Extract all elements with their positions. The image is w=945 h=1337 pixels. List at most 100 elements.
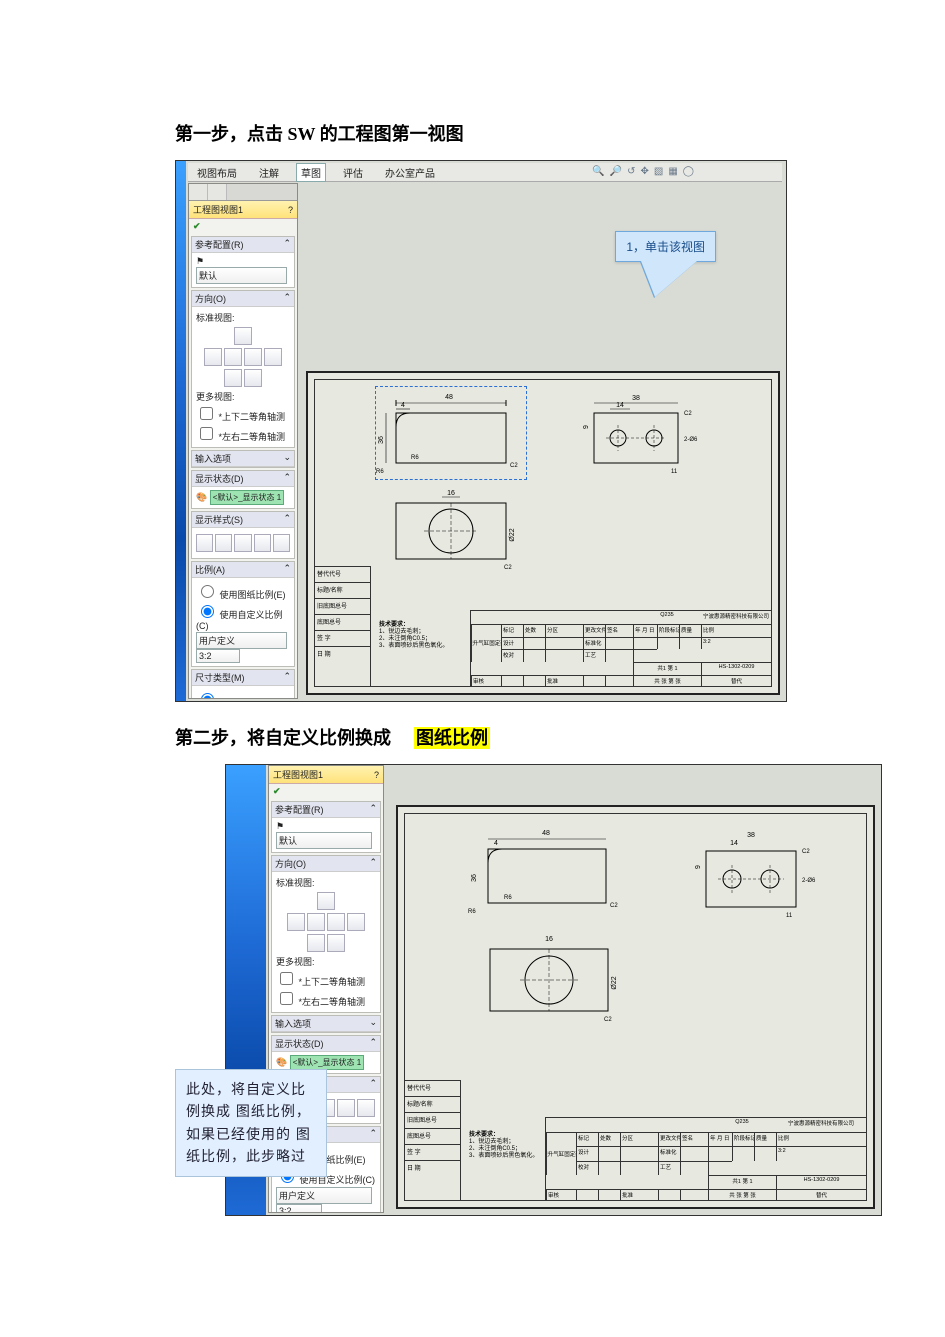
dispstyle-icon[interactable]	[357, 1099, 375, 1117]
display-state-value[interactable]: <默认>_显示状态 1	[210, 490, 284, 505]
pm-section-orientation: 方向(O)⌃ 标准视图: 更多视图: *上下二等角轴测	[191, 290, 295, 448]
tb-review: 审核	[546, 1189, 576, 1200]
pm-tab-icon[interactable]	[208, 184, 227, 200]
pm-title-bar: 工程图视图1 ?	[269, 766, 383, 784]
pm-sect-disp-label: 显示状态(D)	[275, 1037, 324, 1050]
collapse-icon[interactable]: ⌃	[283, 671, 291, 684]
ref-config-dropdown[interactable]: 默认	[276, 832, 372, 849]
expand-icon[interactable]: ⌄	[369, 1017, 377, 1030]
std-view-icon[interactable]	[204, 348, 222, 366]
more-views-label: 更多视图:	[276, 955, 376, 968]
pm-tabstrip[interactable]	[189, 184, 297, 201]
pm-title: 工程图视图1	[193, 203, 243, 216]
dispstyle-icon[interactable]	[337, 1099, 355, 1117]
tb-zone: 分区	[620, 1132, 658, 1146]
display-icon[interactable]: ▦	[668, 166, 679, 177]
pm-tab-icon[interactable]	[189, 184, 208, 200]
tb-scaleval: 3:2	[776, 1146, 866, 1160]
tb-proof: 校对	[501, 649, 523, 662]
scale-custom-dropdown[interactable]: 用户定义	[276, 1187, 372, 1204]
std-view-front-icon[interactable]	[317, 892, 335, 910]
flag-icon: ⚑	[196, 256, 204, 266]
tab-view-layout[interactable]: 视图布局	[192, 163, 242, 182]
std-view-iso-icon[interactable]	[327, 934, 345, 952]
collapse-icon[interactable]: ⌃	[369, 857, 377, 870]
collapse-icon[interactable]: ⌃	[283, 472, 291, 485]
tab-annotation[interactable]: 注解	[254, 163, 284, 182]
dim-16: 16	[545, 936, 553, 943]
pm-ok-check-icon[interactable]: ✔	[189, 219, 297, 234]
collapse-icon[interactable]: ⌃	[369, 1037, 377, 1050]
help-icon[interactable]: ?	[288, 205, 293, 215]
collapse-icon[interactable]: ⌃	[283, 238, 291, 251]
collapse-icon[interactable]: ⌃	[283, 563, 291, 576]
dispstyle-icon[interactable]	[196, 534, 213, 552]
display-state-value[interactable]: <默认>_显示状态 1	[290, 1055, 364, 1070]
drawing-view-right[interactable]: 38 14 9 2-Ø6 C2 11	[685, 826, 827, 924]
section-icon[interactable]: ▧	[654, 166, 665, 177]
appearance-icon[interactable]: ◯	[683, 166, 696, 177]
rotate-icon[interactable]: ↺	[627, 166, 637, 177]
std-view-icon[interactable]	[287, 913, 305, 931]
sidecell-3: 旧底图总号	[315, 598, 370, 614]
std-view-iso-icon[interactable]	[244, 369, 262, 387]
sheet-side-cells: 替代代号 标题/名称 旧底图总号 底图总号 签 字 日 期	[405, 1080, 461, 1200]
std-view-front-icon[interactable]	[234, 327, 252, 345]
tab-office[interactable]: 办公室产品	[380, 163, 440, 182]
collapse-icon[interactable]: ⌃	[283, 292, 291, 305]
std-view-icon[interactable]	[224, 348, 242, 366]
tb-company: 宁波惠源精密科技有限公司	[776, 1118, 866, 1132]
moreview-chk2[interactable]: *左右二等角轴测	[196, 424, 290, 443]
dim-11: 11	[786, 913, 793, 919]
dim-9: 9	[695, 865, 702, 869]
std-view-icon[interactable]	[264, 348, 282, 366]
scale-value-field[interactable]: 3:2	[276, 1204, 322, 1213]
std-view-iso-icon[interactable]	[224, 369, 242, 387]
pm-ok-check-icon[interactable]: ✔	[269, 784, 383, 799]
zoom-area-icon[interactable]: 🔎	[610, 166, 624, 177]
dispstyle-icon[interactable]	[215, 534, 232, 552]
scale-radio-custom[interactable]: 使用自定义比例(C)	[196, 602, 290, 631]
dim-11: 11	[671, 469, 678, 475]
pan-icon[interactable]: ✥	[641, 166, 651, 177]
tb-sig: 签名	[605, 624, 633, 637]
zoom-fit-icon[interactable]: 🔍	[592, 166, 606, 177]
collapse-icon[interactable]: ⌃	[369, 803, 377, 816]
dispstyle-icon[interactable]	[234, 534, 251, 552]
expand-icon[interactable]: ⌄	[283, 452, 291, 465]
std-view-icon[interactable]	[244, 348, 262, 366]
std-view-iso-icon[interactable]	[307, 934, 325, 952]
collapse-icon[interactable]: ⌃	[369, 1128, 377, 1141]
tab-evaluate[interactable]: 评估	[338, 163, 368, 182]
drawing-sheet[interactable]: 48 4 36 R6 R6 C2	[396, 805, 875, 1209]
std-view-icon[interactable]	[347, 913, 365, 931]
drawing-sheet[interactable]: 48 4 36 R6 R6 C2	[306, 371, 780, 695]
scale-custom-dropdown[interactable]: 用户定义	[196, 632, 287, 649]
collapse-icon[interactable]: ⌃	[369, 1078, 377, 1091]
ref-config-dropdown[interactable]: 默认	[196, 267, 287, 284]
help-icon[interactable]: ?	[374, 770, 379, 780]
notes-2: 2、未注倒角C0.5；	[379, 636, 431, 642]
drawing-view-1[interactable]: 48 4 36 R6 R6 C2	[375, 386, 527, 480]
std-view-icon[interactable]	[327, 913, 345, 931]
tb-sharepg: 共 张 第 张	[708, 1189, 776, 1200]
moreview-chk1[interactable]: *上下二等角轴测	[196, 404, 290, 423]
std-view-icon[interactable]	[307, 913, 325, 931]
view-toolbar[interactable]: 🔍 🔎 ↺ ✥ ▧ ▦ ◯	[592, 166, 696, 177]
moreview-chk2[interactable]: *左右二等角轴测	[276, 989, 376, 1008]
dispstyle-icon[interactable]	[273, 534, 290, 552]
dim-radio-proj[interactable]: 投影(P)	[196, 690, 290, 699]
drawing-view-top[interactable]: 16 Ø22 C2	[477, 932, 629, 1026]
dim-R6: R6	[411, 455, 419, 461]
moreview-chk1[interactable]: *上下二等角轴测	[276, 969, 376, 988]
drawing-view-right[interactable]: 38 14 9 2-Ø6 C2 11	[575, 390, 707, 480]
drawing-view-top[interactable]: 16 Ø22 C2	[385, 488, 527, 572]
tab-sketch[interactable]: 草图	[296, 163, 326, 182]
dispstyle-icon[interactable]	[254, 534, 271, 552]
scale-radio-sheet[interactable]: 使用图纸比例(E)	[196, 582, 290, 601]
collapse-icon[interactable]: ⌃	[283, 513, 291, 526]
drawing-view-1[interactable]: 48 4 36 R6 R6 C2	[465, 820, 627, 922]
notes-1: 1、锐边去毛刺；	[469, 1139, 514, 1145]
pm-sect-scale-label: 比例(A)	[195, 563, 225, 576]
scale-value-field[interactable]: 3:2	[196, 649, 240, 663]
